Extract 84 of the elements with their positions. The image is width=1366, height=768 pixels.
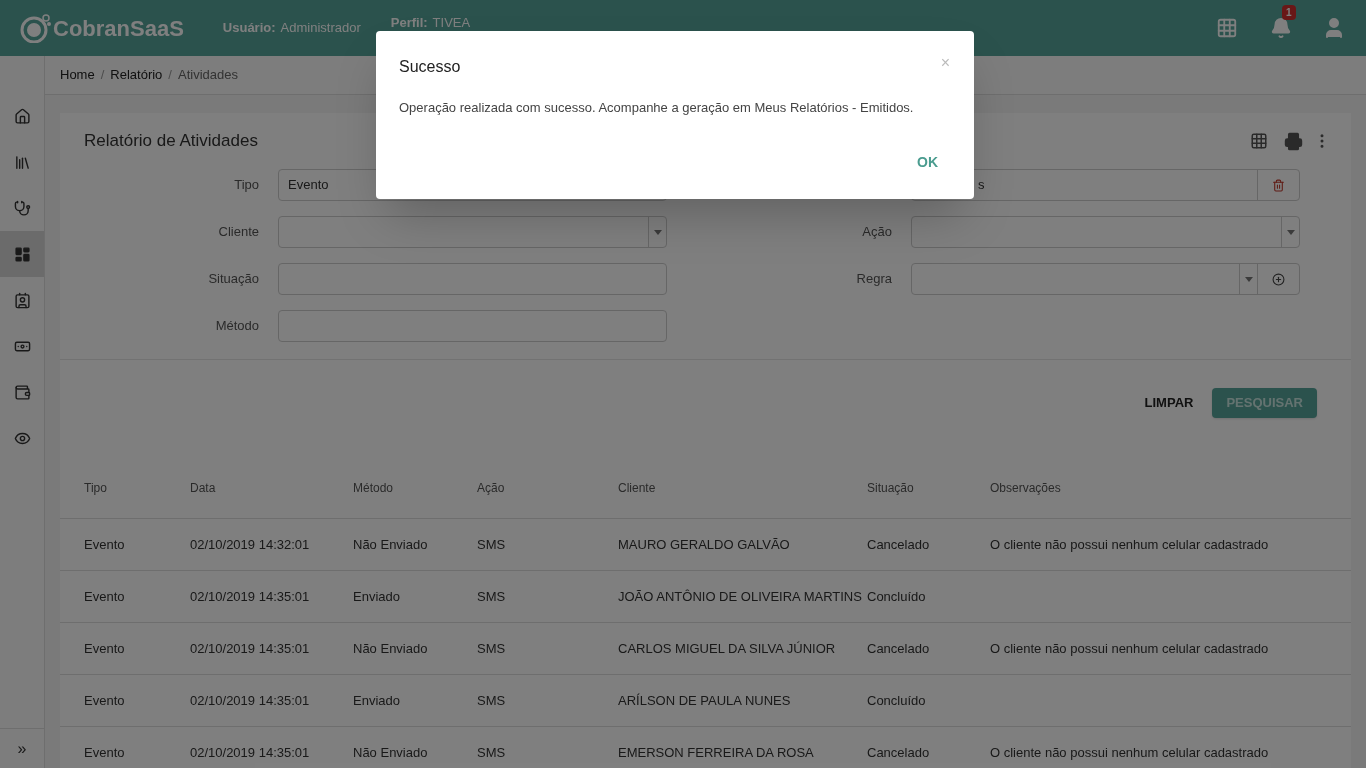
stethoscope-icon [13,199,31,217]
column-header: Cliente [618,480,657,497]
breadcrumb-link[interactable]: Relatório [110,65,163,85]
breadcrumb-link[interactable]: Home [60,65,95,85]
table-cell-text: Evento [84,691,126,710]
contact-card-icon [13,291,31,309]
card-title: Relatório de Atividades [84,130,259,153]
table-cell-text: EMERSON FERREIRA DA ROSA [618,743,815,762]
table-cell-text: 02/10/2019 14:35:01 [190,639,311,658]
breadcrumb-separator: / [168,66,172,85]
table-cell-text: Evento [84,639,126,658]
table-cell-text: Cancelado [867,639,931,658]
user-label: Usuário: [222,19,276,38]
table-cell-text: 02/10/2019 14:35:01 [190,743,311,762]
table-cell-text: Concluído [867,587,927,606]
dashboard-icon [13,245,31,263]
table-cell-text: ARÍLSON DE PAULA NUNES [618,691,792,710]
table-cell-text: Evento [84,587,126,606]
caret-icon [653,229,662,235]
table-cell-text: O cliente não possui nenhum celular cadastrado [990,743,1270,762]
columns-icon[interactable] [1250,132,1268,150]
breadcrumb-separator: / [100,66,105,85]
table-cell-text: Enviado [353,587,401,606]
table-cell-text: JOÃO ANTÔNIO DE OLIVEIRA MARTINS [618,587,863,606]
table-cell-text: O cliente não possui nenhum celular cadastrado [990,639,1270,658]
column-header: Observações [990,480,1062,497]
add-icon [1272,272,1285,286]
coin-logo-icon [20,13,52,43]
column-header: Ação [477,480,506,497]
table-cell-text: SMS [477,639,507,658]
field-label: Tipo [234,176,259,195]
clear-button[interactable]: LIMPAR [1142,388,1196,418]
table-cell-text: Não Enviado [353,639,429,658]
notification-badge: 1 [1282,5,1296,20]
table-cell-text: SMS [477,691,507,710]
sidebar-item[interactable] [0,231,44,277]
column-header: Método [353,480,395,497]
field-label: Regra [856,270,892,289]
table-cell-text: Enviado [353,691,401,710]
brand-name: CobranSaaS [53,14,184,43]
dialog-title: Sucesso [399,57,462,77]
caret-icon [1244,276,1253,282]
profile-label: Perfil: [390,14,428,32]
field-label: Situação [208,270,259,289]
select-field[interactable] [911,263,1300,295]
table-cell-text: SMS [477,587,507,606]
table-cell-text: Evento [84,535,126,554]
apps-icon[interactable] [1216,17,1238,39]
wallet-icon [13,383,31,401]
print-icon[interactable] [1284,131,1303,151]
user-name: Administrador [280,19,361,38]
column-header: Tipo [84,480,108,497]
notification-bell-icon[interactable] [1270,17,1292,39]
select-field[interactable] [911,216,1300,248]
input-field[interactable] [278,263,667,295]
table-cell-text: 02/10/2019 14:35:01 [190,691,311,710]
profile-name: TIVEA [432,14,471,32]
table-cell-text: MAURO GERALDO GALVÃO [618,535,791,554]
breadcrumb-link[interactable]: Atividades [177,65,238,85]
field-label: Cliente [218,223,259,242]
table-cell-text: Cancelado [867,535,931,554]
table-cell-text: Concluído [867,691,927,710]
column-header: Situação [867,480,915,497]
select-field[interactable] [278,216,667,248]
column-header: Data [190,480,217,497]
table-cell-text: SMS [477,535,507,554]
table-cell-text: Não Enviado [353,535,429,554]
table-cell-text: O cliente não possui nenhum celular cadastrado [990,535,1270,554]
table-cell-text: 02/10/2019 14:35:01 [190,587,311,606]
expand-button[interactable]: » [0,728,44,768]
table-cell-text: Evento [84,743,126,762]
library-icon [13,153,31,171]
table-cell-text: Não Enviado [353,743,429,762]
table-cell-text: CARLOS MIGUEL DA SILVA JÚNIOR [618,639,837,658]
field-label: Ação [862,223,892,242]
table-cell-text: Cancelado [867,743,931,762]
table-cell-text: SMS [477,743,507,762]
caret-icon [1286,229,1295,235]
field-label: Método [215,317,259,336]
table-cell-text: 02/10/2019 14:32:01 [190,535,311,554]
dialog-message: Operação realizada com sucesso. Acompanhe a geração em Meus Relatórios - Emitidos. [398,99,915,117]
home-icon [13,107,31,125]
input-field[interactable] [278,310,667,342]
trash-icon [1272,178,1285,192]
